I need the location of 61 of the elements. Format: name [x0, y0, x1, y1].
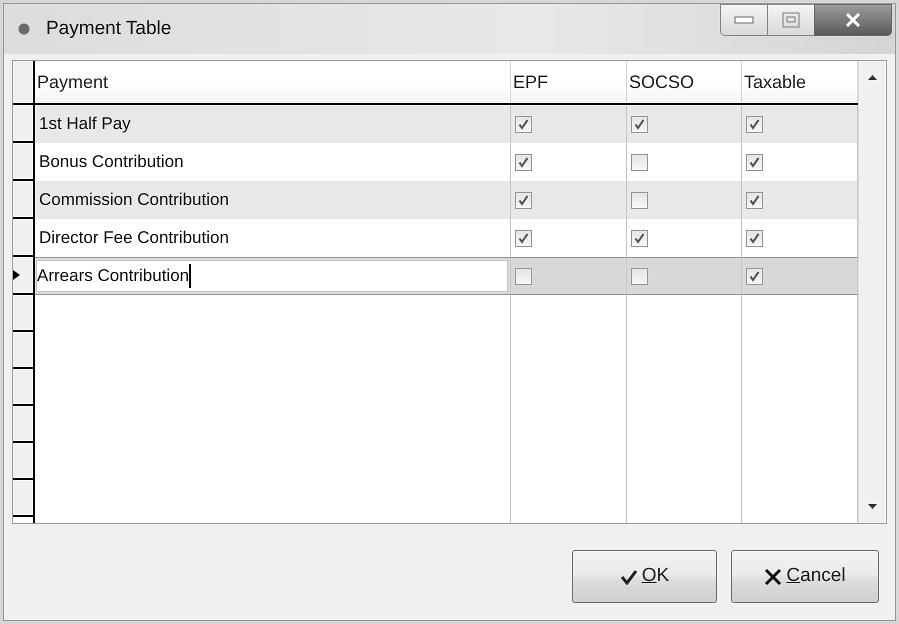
checkbox[interactable] [515, 116, 532, 132]
checkmark-icon [749, 232, 760, 244]
checkbox[interactable] [746, 230, 763, 246]
checkmark-icon [518, 118, 529, 130]
checkbox[interactable] [515, 154, 532, 170]
checkmark-icon [518, 156, 529, 168]
scroll-down-icon [868, 504, 876, 509]
checkmark-icon [749, 194, 760, 206]
checkbox[interactable] [515, 268, 532, 284]
row-header[interactable] [13, 219, 33, 257]
row-header[interactable] [13, 369, 33, 406]
column-header[interactable]: SOCSO [627, 61, 742, 103]
window-icon [18, 23, 30, 35]
column-header[interactable]: Payment [35, 61, 511, 103]
row-header[interactable] [13, 143, 33, 181]
window-title: Payment Table [46, 16, 172, 41]
scrollbar[interactable] [858, 61, 885, 523]
table-cell-text: Commission Contribution [38, 189, 229, 212]
checkmark-icon [634, 118, 645, 130]
maximize-icon [782, 12, 800, 28]
checkmark-icon [749, 118, 760, 130]
row-header[interactable] [13, 480, 33, 517]
checkbox[interactable] [631, 268, 648, 284]
checkmark-icon [634, 232, 645, 244]
ok-button[interactable]: OK [572, 550, 717, 603]
row-header[interactable] [13, 332, 33, 369]
cell-editor[interactable]: Arrears Contribution [36, 260, 508, 292]
cancel-button[interactable]: Cancel [731, 550, 879, 603]
checkbox[interactable] [515, 192, 532, 208]
checkmark-icon [518, 194, 529, 206]
checkbox[interactable] [515, 230, 532, 246]
row-header[interactable] [13, 443, 33, 480]
row-header[interactable] [13, 105, 33, 143]
minimize-button[interactable] [720, 4, 768, 36]
checkbox[interactable] [746, 192, 763, 208]
checkmark-icon [620, 568, 638, 584]
row-header[interactable] [13, 406, 33, 443]
table-cell-text: Director Fee Contribution [38, 227, 229, 250]
table-cell-text: Bonus Contribution [38, 151, 184, 174]
checkmark-icon [749, 156, 760, 168]
maximize-button[interactable] [768, 4, 814, 36]
checkmark-icon [749, 270, 760, 282]
table-cell-text: 1st Half Pay [38, 113, 131, 136]
scroll-up-icon [868, 75, 876, 80]
checkbox[interactable] [631, 192, 648, 208]
row-header[interactable] [13, 181, 33, 219]
row-header[interactable] [13, 257, 33, 295]
close-button[interactable] [814, 4, 892, 36]
close-icon [764, 568, 782, 586]
checkbox[interactable] [631, 230, 648, 246]
row-header[interactable] [13, 295, 33, 332]
close-icon [845, 13, 861, 27]
minimize-icon [734, 16, 754, 24]
checkmark-icon [518, 232, 529, 244]
checkbox[interactable] [746, 116, 763, 132]
checkbox[interactable] [746, 268, 763, 284]
column-header[interactable]: EPF [511, 61, 627, 103]
checkbox[interactable] [631, 116, 648, 132]
checkbox[interactable] [631, 154, 648, 170]
checkbox[interactable] [746, 154, 763, 170]
column-header[interactable]: Taxable [742, 61, 858, 103]
